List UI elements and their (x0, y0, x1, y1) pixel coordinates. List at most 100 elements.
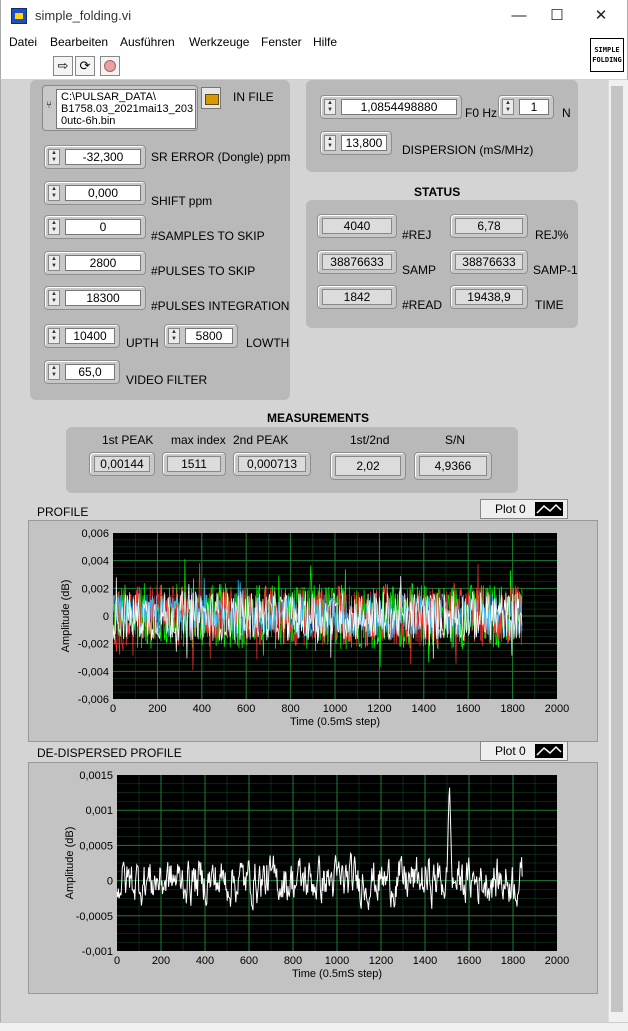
frequency-cluster (306, 80, 578, 172)
samp-1-label: SAMP-1 (533, 263, 578, 277)
dedispersed-plot-legend[interactable]: Plot 0 (480, 741, 568, 761)
max-index-label: max index (171, 433, 226, 447)
shift-control[interactable]: ▲ ▼ 0,000 (44, 181, 146, 205)
samples-skip-control[interactable]: ▲ ▼ 0 (44, 215, 146, 239)
x-tick-label: 200 (152, 955, 170, 967)
profile-legend-label: Plot 0 (495, 502, 526, 516)
y-tick-label: 0,001 (85, 805, 113, 817)
menu-ausfuehren[interactable]: Ausführen (120, 35, 175, 49)
profile-chart[interactable]: 0 200 400 600 800 1000 1200 1400 1600 1800 2000 0,0… (29, 521, 599, 743)
horizontal-scrollbar[interactable] (0, 1022, 628, 1031)
spin-arrows-icon[interactable]: ▲ ▼ (48, 255, 60, 271)
menu-werkzeuge[interactable]: Werkzeuge (189, 35, 249, 49)
samples-skip-value[interactable]: 0 (65, 219, 141, 235)
read-indicator: 1842 (317, 285, 397, 309)
menu-fenster[interactable]: Fenster (261, 35, 302, 49)
pulses-skip-control[interactable]: ▲ ▼ 2800 (44, 251, 146, 275)
lowth-value[interactable]: 5800 (185, 328, 233, 344)
spin-arrows-icon[interactable]: ▲ ▼ (502, 99, 514, 115)
y-tick-label: -0,004 (78, 666, 109, 678)
pulses-integration-control[interactable]: ▲ ▼ 18300 (44, 286, 146, 310)
pulses-skip-value[interactable]: 2800 (65, 255, 141, 271)
second-peak-label: 2nd PEAK (233, 433, 289, 447)
sn-label: S/N (445, 433, 466, 447)
samp-label: SAMP (402, 263, 437, 277)
spin-arrows-icon[interactable]: ▲ ▼ (48, 364, 60, 380)
upth-value[interactable]: 10400 (65, 328, 115, 344)
lowth-control[interactable]: ▲ ▼ 5800 (164, 324, 238, 348)
line-plot-icon-svg (536, 503, 562, 514)
f0-value[interactable]: 1,0854498880 (341, 99, 457, 115)
x-tick-label: 200 (148, 703, 166, 715)
first-peak-indicator: 0,00144 (89, 452, 155, 476)
time-indicator: 19438,9 (450, 285, 528, 309)
x-tick-label: 2000 (545, 955, 569, 967)
spin-arrows-icon[interactable]: ▲ ▼ (324, 99, 336, 115)
samp-1-indicator: 38876633 (450, 250, 528, 274)
ratio-indicator: 2,02 (330, 452, 406, 480)
x-tick-label: 0 (110, 703, 116, 715)
spin-arrows-icon[interactable]: ▲ ▼ (48, 219, 60, 235)
browse-folder-icon[interactable] (201, 87, 221, 109)
x-tick-label: 1000 (325, 955, 349, 967)
sr-error-label: SR ERROR (Dongle) ppm (151, 150, 291, 164)
f0-control[interactable]: ▲ ▼ 1,0854498880 (320, 95, 462, 119)
run-arrow-icon[interactable]: ⇨ (53, 56, 73, 76)
rej-pct-indicator: 6,78 (450, 214, 528, 238)
dedispersed-graph-title: DE-DISPERSED PROFILE (37, 746, 182, 760)
y-tick-label: -0,0005 (76, 911, 113, 923)
close-button[interactable]: ✕ (579, 0, 623, 32)
sr-error-control[interactable]: ▲ ▼ -32,300 (44, 145, 146, 169)
profile-plot-legend[interactable]: Plot 0 (480, 499, 568, 519)
x-tick-label: 1600 (457, 955, 481, 967)
in-file-path[interactable]: C:\PULSAR_DATA\ B1758.03_2021mai13_203 0… (56, 89, 196, 129)
spin-arrows-icon[interactable]: ▲ ▼ (48, 328, 60, 344)
video-filter-control[interactable]: ▲ ▼ 65,0 (44, 360, 120, 384)
x-tick-label: 1600 (456, 703, 480, 715)
y-tick-label: 0 (103, 611, 109, 623)
dispersion-value[interactable]: 13,800 (341, 135, 387, 151)
pulses-integration-label: #PULSES INTEGRATION (151, 299, 290, 313)
y-axis-label: Amplitude (dB) (60, 580, 72, 653)
menu-bearbeiten[interactable]: Bearbeiten (50, 35, 108, 49)
n-value[interactable]: 1 (519, 99, 549, 115)
read-label: #READ (402, 298, 443, 312)
sr-error-value[interactable]: -32,300 (65, 149, 141, 165)
in-file-label: IN FILE (233, 90, 274, 104)
menu-hilfe[interactable]: Hilfe (313, 35, 337, 49)
video-filter-label: VIDEO FILTER (126, 373, 208, 387)
x-tick-label: 1800 (500, 703, 524, 715)
x-tick-label: 400 (196, 955, 214, 967)
spin-arrows-icon[interactable]: ▲ ▼ (48, 185, 60, 201)
upth-control[interactable]: ▲ ▼ 10400 (44, 324, 120, 348)
x-tick-label: 2000 (545, 703, 569, 715)
shift-label: SHIFT ppm (151, 194, 213, 208)
title-bar: simple_folding.vi — ☐ ✕ (0, 0, 628, 32)
video-filter-value[interactable]: 65,0 (65, 364, 115, 380)
line-plot-icon (535, 744, 563, 758)
scrollbar-thumb[interactable] (611, 86, 623, 1012)
vi-icon: SIMPLE FOLDING (590, 38, 624, 72)
spin-arrows-icon[interactable]: ▲ ▼ (324, 135, 336, 151)
dispersion-control[interactable]: ▲ ▼ 13,800 (320, 131, 392, 155)
n-control[interactable]: ▲ ▼ 1 (498, 95, 554, 119)
run-continuous-icon[interactable]: ⟳ (75, 56, 95, 76)
spin-arrows-icon[interactable]: ▲ ▼ (168, 328, 180, 344)
maximize-button[interactable]: ☐ (535, 0, 579, 32)
shift-value[interactable]: 0,000 (65, 185, 141, 201)
pulses-integration-value[interactable]: 18300 (65, 290, 141, 306)
samples-skip-label: #SAMPLES TO SKIP (151, 229, 265, 243)
spin-arrows-icon[interactable]: ▲ ▼ (48, 290, 60, 306)
x-tick-label: 1400 (412, 703, 436, 715)
y-tick-label: -0,002 (78, 639, 109, 651)
lowth-label: LOWTH (246, 336, 290, 350)
menu-bar: Datei Bearbeiten Ausführen Werkzeuge Fen… (0, 32, 628, 52)
spin-arrows-icon[interactable]: ▲ ▼ (48, 149, 60, 165)
sn-indicator: 4,9366 (414, 452, 492, 480)
abort-icon[interactable] (100, 56, 120, 76)
dedispersed-chart[interactable]: 0 200 400 600 800 1000 1200 1400 1600 1800 2000 0,0… (29, 763, 599, 995)
menu-datei[interactable]: Datei (9, 35, 37, 49)
upth-label: UPTH (126, 336, 159, 350)
x-tick-label: 1200 (367, 703, 391, 715)
f0-label: F0 Hz (465, 106, 498, 120)
